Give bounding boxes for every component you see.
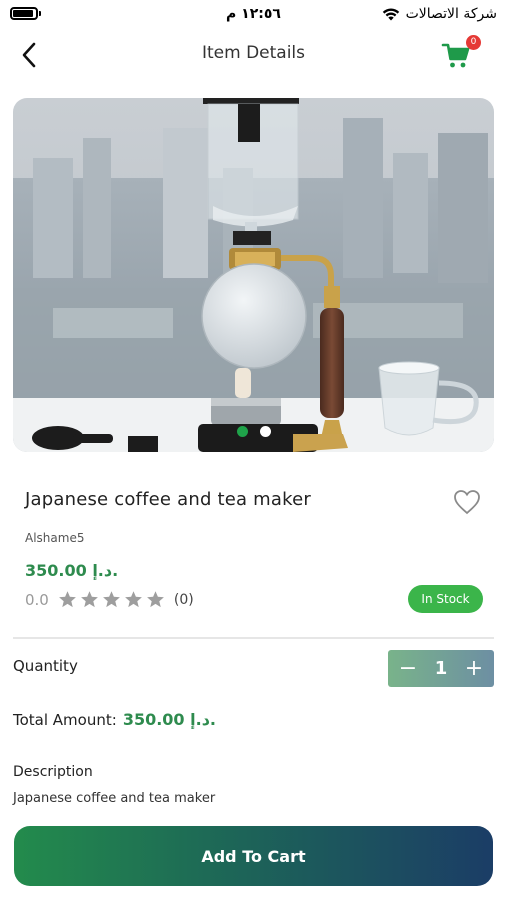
heart-icon [454,490,480,515]
product-name: Japanese coffee and tea maker [25,489,311,510]
rating-row: 0.0 (0) [25,590,194,609]
description-label: Description [13,764,93,780]
carrier-info: شركة الاتصالات [382,6,497,22]
quantity-stepper: − 1 + [388,650,494,687]
total-amount-value: 350.00 د.إ. [122,710,216,729]
divider [13,637,494,639]
quantity-value: 1 [434,658,448,679]
star-icon [58,591,76,608]
status-bar: ١٢:٥٦ م شركة الاتصالات [0,0,507,30]
page-title: Item Details [201,43,306,63]
star-icon [124,591,142,608]
description-text: Japanese coffee and tea maker [13,791,216,806]
star-rating [58,590,165,609]
product-price: 350.00 د.إ. [25,561,119,580]
add-to-cart-button[interactable]: Add To Cart [14,826,493,886]
product-photo [13,98,494,452]
wifi-icon [382,8,399,21]
cart-count-badge: 0 [466,35,481,50]
quantity-label: Quantity [13,657,78,675]
carousel-dot-2[interactable] [259,426,271,437]
rating-value: 0.0 [25,590,49,609]
increment-button[interactable]: + [462,657,486,680]
star-icon [102,591,120,608]
product-image-carousel[interactable] [13,98,494,452]
review-count: (0) [173,591,194,608]
stock-status-badge: In Stock [408,585,483,613]
total-amount-row: Total Amount: 350.00 د.إ. [13,710,216,729]
app-header: Item Details 0 [0,30,507,78]
favorite-button[interactable] [453,489,481,517]
star-icon [80,591,98,608]
total-amount-label: Total Amount: [13,711,117,729]
seller-name: Alshame5 [25,531,85,545]
carrier-name: شركة الاتصالات [405,6,497,22]
decrement-button[interactable]: − [396,657,420,680]
carousel-dot-1[interactable] [236,426,248,437]
star-icon [146,591,164,608]
cart-button[interactable]: 0 [441,35,481,72]
carousel-dots [13,426,494,437]
